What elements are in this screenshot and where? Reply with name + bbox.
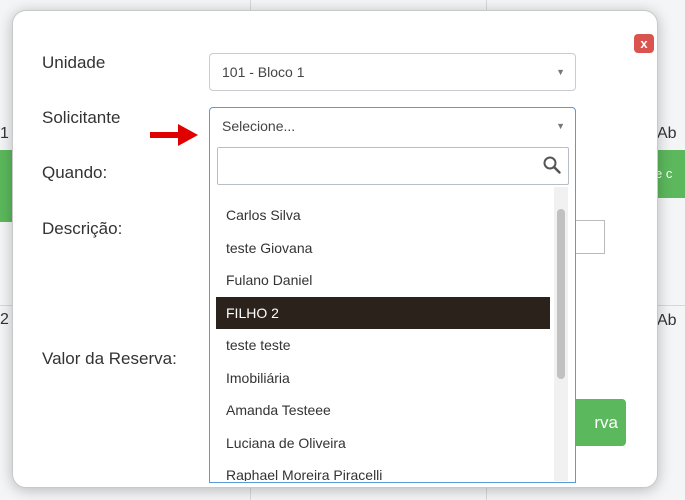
unit-label: Unidade bbox=[42, 53, 106, 72]
close-icon: x bbox=[640, 36, 648, 51]
list-item-label: FILHO 2 bbox=[226, 304, 279, 321]
when-label: Quando: bbox=[42, 163, 108, 182]
list-item-label: Imobiliária bbox=[226, 369, 290, 386]
list-item[interactable]: Carlos Silva bbox=[216, 199, 550, 232]
requester-select-placeholder: Selecione... bbox=[222, 118, 296, 134]
chevron-down-icon: ▼ bbox=[556, 67, 565, 77]
dropdown-options-list: Carlos Silva teste Giovana Fulano Daniel… bbox=[216, 187, 550, 481]
list-item[interactable]: Amanda Testeee bbox=[216, 394, 550, 427]
requester-select[interactable]: Selecione... ▼ bbox=[209, 107, 576, 146]
list-item[interactable]: Luciana de Oliveira bbox=[216, 427, 550, 460]
list-item-label: teste Giovana bbox=[226, 239, 313, 256]
list-item[interactable]: teste Giovana bbox=[216, 232, 550, 265]
calendar-day-number: 2 bbox=[0, 311, 9, 328]
requester-dropdown: Carlos Silva teste Giovana Fulano Daniel… bbox=[209, 145, 576, 483]
list-item[interactable]: Raphael Moreira Piracelli bbox=[216, 459, 550, 481]
calendar-event-left[interactable] bbox=[0, 150, 12, 222]
unit-select-value: 101 - Bloco 1 bbox=[222, 64, 305, 80]
list-item-label: Carlos Silva bbox=[226, 207, 301, 223]
dropdown-scrollbar[interactable] bbox=[554, 187, 568, 481]
price-label: Valor da Reserva: bbox=[42, 349, 177, 368]
calendar-column-label: Ab bbox=[657, 125, 677, 142]
reserve-button-label: rva bbox=[594, 413, 618, 432]
search-icon bbox=[543, 156, 561, 174]
list-item-highlighted[interactable]: FILHO 2 bbox=[216, 296, 550, 329]
red-arrow-icon bbox=[150, 124, 198, 146]
requester-label: Solicitante bbox=[42, 108, 121, 127]
chevron-down-icon: ▼ bbox=[556, 121, 565, 131]
list-item[interactable]: Fulano Daniel bbox=[216, 264, 550, 297]
unit-select[interactable]: 101 - Bloco 1 ▼ bbox=[209, 53, 576, 91]
close-button[interactable]: x bbox=[634, 34, 654, 53]
dropdown-search-input[interactable] bbox=[218, 148, 544, 182]
dropdown-search bbox=[217, 147, 569, 185]
calendar-day-number: 1 bbox=[0, 125, 9, 142]
list-item-label: Fulano Daniel bbox=[226, 272, 313, 288]
list-item-label: teste teste bbox=[226, 337, 291, 353]
calendar-event-right[interactable]: e c bbox=[655, 150, 685, 198]
description-input-edge[interactable] bbox=[576, 220, 605, 254]
list-item[interactable]: teste teste bbox=[216, 329, 550, 362]
list-item-label: Raphael Moreira Piracelli bbox=[226, 467, 383, 481]
calendar-column-label: Ab bbox=[657, 312, 677, 329]
list-item-label: Luciana de Oliveira bbox=[226, 434, 346, 451]
list-item[interactable] bbox=[216, 187, 550, 199]
list-item[interactable]: Imobiliária bbox=[216, 362, 550, 395]
list-item-label: Amanda Testeee bbox=[226, 402, 331, 418]
scrollbar-thumb[interactable] bbox=[557, 209, 565, 379]
description-label: Descrição: bbox=[42, 219, 123, 238]
